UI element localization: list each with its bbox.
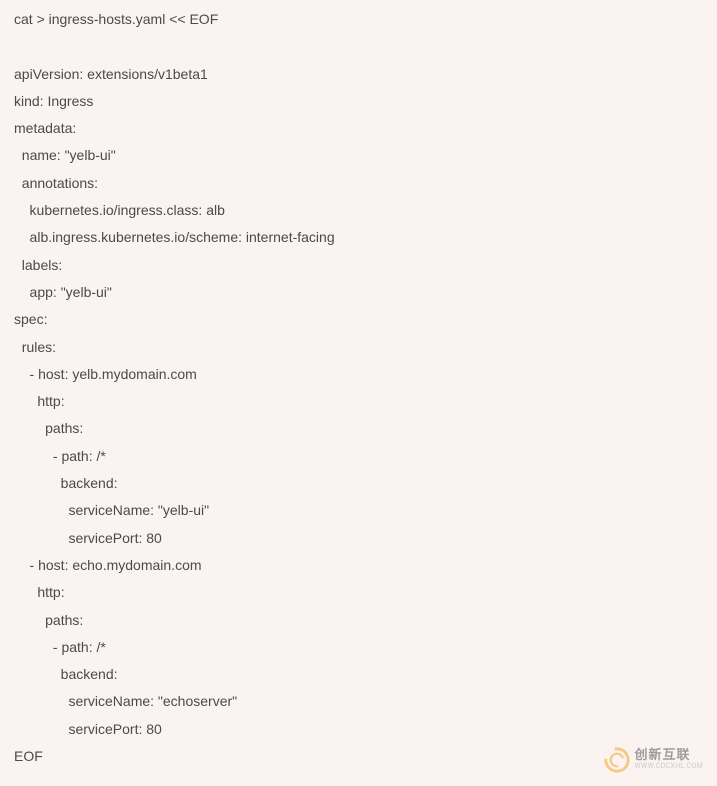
- code-line: alb.ingress.kubernetes.io/scheme: intern…: [14, 224, 703, 251]
- code-line: - host: yelb.mydomain.com: [14, 361, 703, 388]
- code-line: annotations:: [14, 170, 703, 197]
- code-line: metadata:: [14, 115, 703, 142]
- code-line: servicePort: 80: [14, 525, 703, 552]
- code-line: serviceName: "echoserver": [14, 688, 703, 715]
- code-line: - path: /*: [14, 443, 703, 470]
- watermark-main-text: 创新互联: [635, 749, 703, 763]
- code-line: spec:: [14, 306, 703, 333]
- watermark-text: 创新互联 WWW.CDCXHL.COM: [635, 749, 703, 771]
- code-line: app: "yelb-ui": [14, 279, 703, 306]
- code-line: cat > ingress-hosts.yaml << EOF: [14, 6, 703, 33]
- code-line: - path: /*: [14, 634, 703, 661]
- code-line: name: "yelb-ui": [14, 142, 703, 169]
- code-line: paths:: [14, 607, 703, 634]
- code-line: EOF: [14, 743, 703, 770]
- watermark-sub-text: WWW.CDCXHL.COM: [635, 763, 703, 771]
- watermark-logo-icon: [603, 746, 631, 774]
- watermark: 创新互联 WWW.CDCXHL.COM: [603, 746, 703, 774]
- code-line: backend:: [14, 661, 703, 688]
- code-line: - host: echo.mydomain.com: [14, 552, 703, 579]
- code-line: http:: [14, 388, 703, 415]
- code-line: rules:: [14, 334, 703, 361]
- code-line: backend:: [14, 470, 703, 497]
- code-line: paths:: [14, 415, 703, 442]
- code-line: http:: [14, 579, 703, 606]
- code-line: kind: Ingress: [14, 88, 703, 115]
- code-line: apiVersion: extensions/v1beta1: [14, 61, 703, 88]
- code-line: servicePort: 80: [14, 716, 703, 743]
- code-block: cat > ingress-hosts.yaml << EOF apiVersi…: [14, 6, 703, 770]
- code-line: serviceName: "yelb-ui": [14, 497, 703, 524]
- code-line: kubernetes.io/ingress.class: alb: [14, 197, 703, 224]
- code-line: labels:: [14, 252, 703, 279]
- code-line-blank: [14, 33, 703, 60]
